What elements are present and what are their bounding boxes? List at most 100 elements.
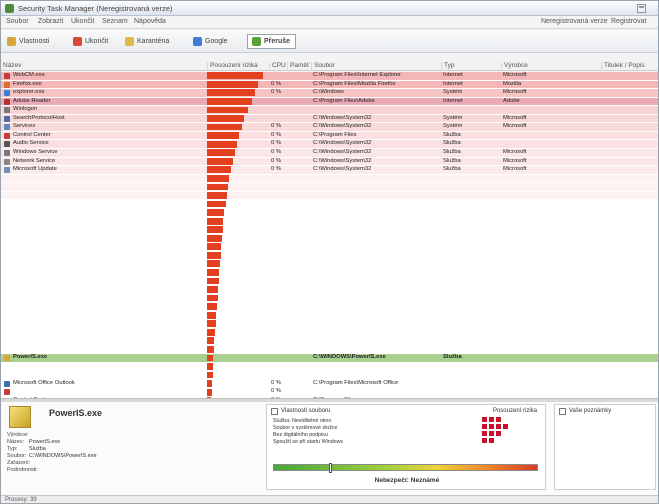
risk-bar [207,209,225,216]
menu-zobrazit[interactable]: Zobrazit [38,18,63,25]
notes-box: Vaše poznámky [554,404,656,490]
terminate-button[interactable]: Ukončit [73,35,108,48]
table-row[interactable]: Windows Service 0 % C:\Windows\System32 Slu… [1,148,658,157]
row-file: C:\Program Files\Microsoft Office [313,379,399,386]
detail-name: PowerIS.exe [49,408,103,418]
google-button[interactable]: Google [193,35,228,48]
table-row[interactable]: Microsoft Office Outlook 0 % C:\Program Fi… [1,379,658,388]
row-file: C:\WINDOWS\PowerIS.exe [313,354,386,361]
menu-ukoncit[interactable]: Ukončit [71,18,94,25]
notes-title: Vaše poznámky [569,408,612,414]
table-row[interactable] [1,234,658,243]
table-row[interactable]: SearchProtocolHost C:\Windows\System32 Sys… [1,114,658,123]
table-row[interactable]: Network Service 0 % C:\Windows\System32 Slu… [1,157,658,166]
row-name: WebCM.exe [13,72,45,78]
risk-bar [207,311,217,319]
table-row[interactable] [1,319,658,328]
table-row-selected[interactable]: PowerIS.exe C:\WINDOWS\PowerIS.exe Služba [1,354,658,362]
column-cpu[interactable]: CPU [269,62,286,71]
row-vendor: Microsoft [503,148,527,155]
table-row[interactable] [1,294,658,302]
row-file: C:\Windows\System32 [313,114,372,121]
table-row[interactable] [1,225,658,234]
process-list[interactable]: WebCM.exe C:\Program Files\Internet Explo… [1,72,658,398]
table-row[interactable] [1,174,658,183]
table-row[interactable] [1,302,658,311]
risk-square [489,424,494,429]
table-row[interactable] [1,277,658,285]
row-file: C:\Windows\System32 [313,140,372,147]
risk-bar [207,80,259,88]
column-type[interactable]: Typ [441,62,454,71]
row-name: Adobe Reader [13,97,51,104]
table-row[interactable] [1,191,658,200]
table-row[interactable]: WebCM.exe C:\Program Files\Internet Explo… [1,72,658,80]
row-cpu: 0 % [271,80,281,87]
table-row[interactable] [1,362,658,371]
risk-square [496,431,501,436]
table-row[interactable]: Control Center 0 % C:\Program Files Služba [1,131,658,140]
table-row[interactable]: Microsoft Update 0 % C:\Windows\System32 Sl… [1,166,658,174]
menu-register[interactable]: Registrovat [611,18,646,25]
risk-square [489,431,494,436]
table-row[interactable]: Services 0 % C:\Windows\System32 Systém Micr… [1,123,658,131]
menu-napoveda[interactable]: Nápověda [134,18,166,25]
risk-bar [207,354,214,362]
row-name: Winlogon [13,106,38,113]
column-file[interactable]: Soubor [311,62,335,71]
table-row[interactable] [1,217,658,225]
table-row[interactable] [1,183,658,191]
process-icon [4,355,10,362]
rating-checkbox[interactable] [271,408,278,415]
table-row[interactable] [1,260,658,268]
detail-label-vendor: Výrobce: [7,432,29,438]
menu-seznam[interactable]: Seznam [102,18,128,25]
column-risk[interactable]: Posouzení rizika [207,62,258,71]
table-row[interactable] [1,328,658,337]
table-row[interactable] [1,243,658,251]
properties-button[interactable]: Vlastnosti [7,35,49,48]
table-row[interactable]: 0 % [1,388,658,396]
menu-soubor[interactable]: Soubor [6,18,29,25]
pause-button[interactable]: Přeruše [247,34,297,49]
risk-bar [207,166,231,174]
risk-bar [207,157,234,165]
row-type: Systém [443,123,463,130]
notes-checkbox[interactable] [559,408,566,415]
table-row[interactable] [1,311,658,319]
table-row[interactable] [1,251,658,260]
quarantine-icon [125,37,134,46]
column-memory[interactable]: Paměť [287,62,309,71]
rating-line: Soubor v systémové složce [273,425,338,431]
table-row[interactable] [1,371,658,379]
app-window: Security Task Manager (Neregistrovaná ve… [0,0,659,504]
maximize-icon[interactable] [637,4,646,13]
column-title[interactable]: Titulek / Popis [601,62,645,71]
process-icon [4,132,10,139]
quarantine-button[interactable]: Karanténa [125,35,169,48]
table-row[interactable]: Adobe Reader C:\Program Files\Adobe Intern… [1,97,658,106]
row-type: Služba [443,131,461,138]
risk-bar [207,226,223,234]
table-row[interactable] [1,200,658,208]
table-row[interactable]: explorer.exe 0 % C:\Windows Systém Microsoft [1,89,658,97]
table-row[interactable]: Audio Service 0 % C:\Windows\System32 Služb… [1,140,658,148]
risk-square [482,424,487,429]
row-name: Microsoft Update [13,166,57,173]
menu-unregistered[interactable]: Neregistrovaná verze [541,18,608,25]
column-vendor[interactable]: Výrobce [501,62,528,71]
column-name[interactable]: Název [1,62,21,71]
status-text: Procesy: 39 [5,497,37,503]
risk-bar [207,251,221,259]
row-vendor: Adobe [503,97,520,104]
table-row[interactable] [1,345,658,354]
table-row[interactable] [1,208,658,217]
table-row[interactable] [1,268,658,277]
title-bar[interactable]: Security Task Manager (Neregistrovaná ve… [1,1,658,16]
table-row[interactable] [1,285,658,294]
table-row[interactable] [1,337,658,345]
row-file: C:\Program Files [313,131,357,138]
table-row[interactable]: Firefox.exe 0 % C:\Program Files\Mozilla F… [1,80,658,89]
risk-bar [207,371,213,379]
table-row[interactable]: Winlogon [1,106,658,114]
